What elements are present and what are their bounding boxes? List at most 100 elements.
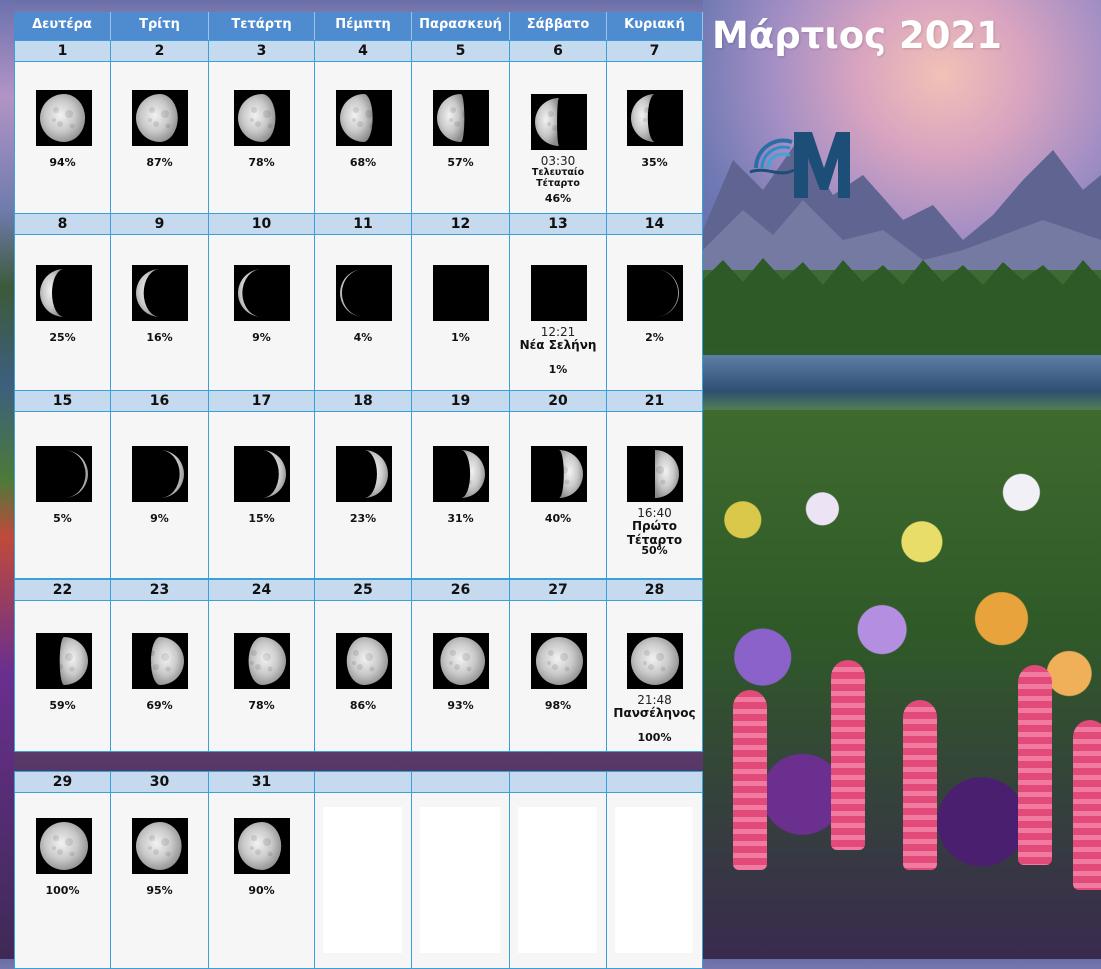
- moon-phase-image: [433, 265, 489, 321]
- day-number-row: 8 9 10 11 12 13 14: [14, 213, 703, 235]
- empty-day-cell: [315, 793, 412, 969]
- moon-phase-image: [132, 818, 188, 874]
- moon-phase-image: [234, 446, 290, 502]
- phase-time: 21:48: [637, 693, 672, 707]
- day-number: 31: [209, 771, 315, 793]
- calendar-week: 15 16 17 18 19 20 21 5% 9% 15% 23% 31% 40% 16:40 Πρώτο…: [14, 390, 703, 579]
- illumination-percent: 15%: [248, 512, 275, 525]
- moon-phase-image: [531, 265, 587, 321]
- illumination-percent: 16%: [146, 331, 173, 344]
- weekday-label: Σάββατο: [510, 12, 607, 40]
- day-cell: 03:30 Τελευταίο Τέταρτο 46%: [510, 62, 607, 214]
- illumination-percent: 2%: [645, 331, 664, 344]
- day-number: 30: [111, 771, 209, 793]
- month-title: Μάρτιος 2021: [712, 14, 1002, 57]
- calendar-week: 1 2 3 4 5 6 7 94% 87% 78% 68% 57% 03:30 Τελευταίο Τέτ…: [14, 40, 703, 214]
- moon-phase-image: [336, 633, 392, 689]
- lupin-flower: [831, 660, 865, 850]
- day-cell: 21:48 Πανσέληνος 100%: [607, 601, 703, 752]
- moon-phase-image: [132, 265, 188, 321]
- phase-name: Τελευταίο Τέταρτο: [531, 167, 585, 189]
- day-cell: 15%: [209, 412, 315, 579]
- day-cell: 25%: [14, 235, 111, 391]
- illumination-percent: 25%: [49, 331, 76, 344]
- weekday-label: Τρίτη: [111, 12, 209, 40]
- illumination-percent: 68%: [349, 156, 377, 169]
- illumination-percent: 98%: [544, 699, 572, 712]
- day-number: 9: [111, 213, 209, 235]
- illumination-percent: 9%: [150, 512, 169, 525]
- phase-name: Πρώτο Τέταρτο: [626, 519, 683, 547]
- day-cell: 69%: [111, 601, 209, 752]
- day-number: 26: [412, 579, 510, 601]
- illumination-percent: 87%: [146, 156, 173, 169]
- calendar-week: 29 30 31 100% 95% 90%: [14, 771, 703, 969]
- illumination-percent: 59%: [49, 699, 76, 712]
- illumination-percent: 69%: [146, 699, 173, 712]
- illumination-percent: 90%: [248, 884, 275, 897]
- day-number: 6: [510, 40, 607, 62]
- day-number: [412, 771, 510, 793]
- illumination-percent: 35%: [641, 156, 668, 169]
- illumination-percent: 86%: [349, 699, 377, 712]
- illumination-percent: 100%: [637, 731, 672, 744]
- day-cell: 1%: [412, 235, 510, 391]
- day-number: [315, 771, 412, 793]
- moon-phase-image: [336, 446, 392, 502]
- day-number: 5: [412, 40, 510, 62]
- day-number: 7: [607, 40, 703, 62]
- day-number: 19: [412, 390, 510, 412]
- moon-phase-image: [627, 90, 683, 146]
- day-cell: 16%: [111, 235, 209, 391]
- moon-phase-image: [234, 90, 290, 146]
- day-number: 27: [510, 579, 607, 601]
- day-cell: 4%: [315, 235, 412, 391]
- background-photo-strip: [0, 0, 14, 959]
- day-number: 10: [209, 213, 315, 235]
- empty-day-cell: [607, 793, 703, 969]
- illumination-percent: 93%: [447, 699, 474, 712]
- illumination-percent: 57%: [447, 156, 474, 169]
- moon-phase-image: [336, 265, 392, 321]
- moon-phase-image: [234, 818, 290, 874]
- day-number: 21: [607, 390, 703, 412]
- lupin-flower: [1073, 720, 1101, 890]
- day-number: 25: [315, 579, 412, 601]
- day-number: 17: [209, 390, 315, 412]
- moon-phase-image: [36, 446, 92, 502]
- illumination-percent: 1%: [451, 331, 470, 344]
- day-cell: 90%: [209, 793, 315, 969]
- day-number-row: 22 23 24 25 26 27 28: [14, 579, 703, 601]
- day-number: 8: [14, 213, 111, 235]
- blank-panel: [323, 807, 402, 953]
- empty-day-cell: [412, 793, 510, 969]
- phase-name: Νέα Σελήνη: [519, 338, 597, 352]
- day-cell: 12:21 Νέα Σελήνη 1%: [510, 235, 607, 391]
- day-number: [510, 771, 607, 793]
- day-cell: 98%: [510, 601, 607, 752]
- day-cell: 16:40 Πρώτο Τέταρτο 50%: [607, 412, 703, 579]
- moon-phase-calendar: Δευτέρα Τρίτη Τετάρτη Πέμπτη Παρασκευή Σάββατ…: [14, 12, 703, 969]
- illumination-percent: 5%: [53, 512, 72, 525]
- day-number-row: 1234567: [14, 40, 703, 62]
- day-cell: 86%: [315, 601, 412, 752]
- lupin-flower: [903, 700, 937, 870]
- phase-name: Πανσέληνος: [613, 706, 696, 720]
- day-number: 28: [607, 579, 703, 601]
- moon-phase-image: [531, 446, 587, 502]
- moon-phase-image: [234, 633, 290, 689]
- day-cell: 35%: [607, 62, 703, 214]
- illumination-percent: 100%: [45, 884, 80, 897]
- day-number: 20: [510, 390, 607, 412]
- moon-phase-image: [627, 265, 683, 321]
- day-number: 22: [14, 579, 111, 601]
- illumination-percent: 95%: [146, 884, 173, 897]
- moon-phase-image: [132, 90, 188, 146]
- phase-time: 12:21: [540, 325, 576, 339]
- day-cell: 40%: [510, 412, 607, 579]
- weekday-label: Κυριακή: [607, 12, 703, 40]
- day-number: 24: [209, 579, 315, 601]
- moon-phase-image: [531, 94, 587, 150]
- day-cell: 95%: [111, 793, 209, 969]
- illumination-percent: 46%: [544, 192, 572, 205]
